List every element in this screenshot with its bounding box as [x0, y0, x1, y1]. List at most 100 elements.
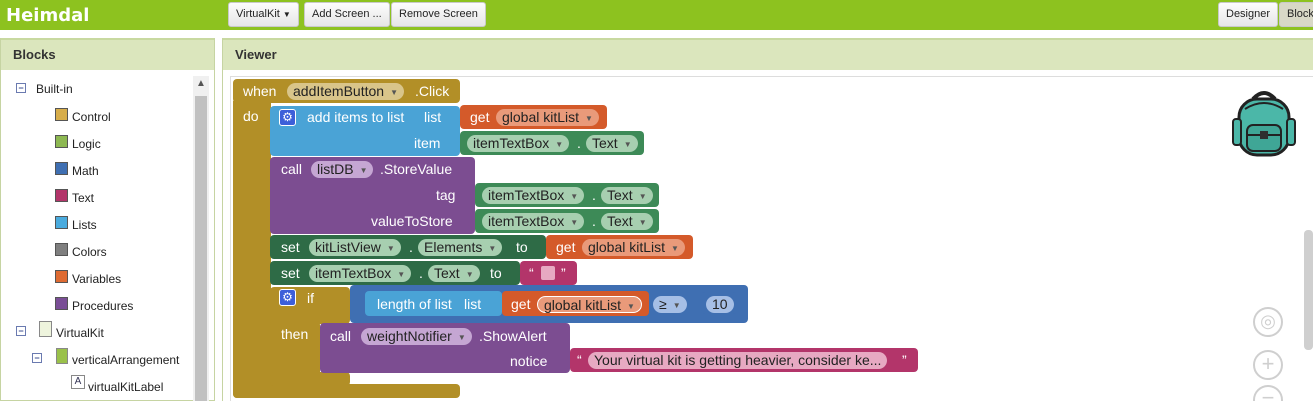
property-dropdown[interactable]: Text ▼: [428, 265, 480, 282]
blocks-tree: − Built-in Control Logic Math Text Lists…: [2, 70, 192, 401]
blocks-panel-header: Blocks: [1, 38, 214, 70]
backpack-icon[interactable]: [1231, 89, 1297, 159]
variable-dropdown[interactable]: global kitList ▼: [496, 109, 599, 126]
recenter-icon[interactable]: ◎: [1253, 307, 1283, 337]
drawer-lists[interactable]: Lists: [72, 218, 97, 232]
item-socket-label: item: [414, 135, 441, 151]
tree-virtualkit-label[interactable]: virtualKitLabel: [88, 380, 163, 394]
call-text: call: [330, 328, 352, 344]
value-to-store-label: valueToStore: [371, 213, 453, 229]
dot-text: .: [592, 187, 596, 203]
math-swatch-icon: [55, 162, 68, 175]
event-bottom: [233, 384, 460, 398]
logic-swatch-icon: [55, 135, 68, 148]
do-text: do: [243, 108, 259, 124]
to-text: to: [490, 265, 502, 281]
dot-text: .: [409, 239, 413, 255]
do-spine: [233, 101, 271, 398]
property-dropdown[interactable]: Text ▼: [586, 135, 638, 152]
drawer-logic[interactable]: Logic: [72, 137, 101, 151]
drawer-variables[interactable]: Variables: [72, 272, 121, 286]
property-dropdown[interactable]: Elements ▼: [418, 239, 503, 256]
collapse-icon[interactable]: −: [16, 83, 26, 93]
screen-select-label: VirtualKit: [236, 8, 280, 20]
property-dropdown[interactable]: Text ▼: [601, 187, 653, 204]
close-quote: ”: [561, 265, 566, 281]
variable-dropdown[interactable]: global kitList ▼: [582, 239, 685, 256]
get-text: get: [556, 239, 576, 255]
notice-label: notice: [510, 353, 548, 369]
zoom-out-icon[interactable]: −: [1253, 385, 1283, 401]
add-screen-button[interactable]: Add Screen ...: [304, 2, 390, 27]
builtin-label[interactable]: Built-in: [36, 82, 73, 96]
set-text: set: [281, 265, 300, 281]
component-dropdown[interactable]: itemTextBox ▼: [309, 265, 412, 282]
colors-swatch-icon: [55, 243, 68, 256]
blocks-workspace[interactable]: when addItemButton ▼ .Click do ⚙ add item…: [230, 76, 1313, 401]
drawer-text[interactable]: Text: [72, 191, 94, 205]
designer-button[interactable]: Designer: [1218, 2, 1279, 27]
call-text: call: [281, 161, 303, 177]
drawer-procedures[interactable]: Procedures: [72, 299, 133, 313]
collapse-icon[interactable]: −: [16, 326, 26, 336]
tag-label: tag: [436, 187, 456, 203]
gear-icon[interactable]: ⚙: [279, 289, 296, 306]
add-items-text: add items to list: [307, 109, 405, 125]
property-dropdown[interactable]: Text ▼: [601, 213, 653, 230]
when-text: when: [243, 83, 277, 99]
arrangement-icon: [56, 348, 68, 364]
tree-screen[interactable]: VirtualKit: [56, 326, 104, 340]
zoom-in-icon[interactable]: +: [1253, 350, 1283, 380]
component-dropdown[interactable]: itemTextBox ▼: [482, 213, 585, 230]
operator-dropdown[interactable]: ≥ ▼: [653, 296, 687, 313]
dot-text: .: [592, 213, 596, 229]
blocks-button[interactable]: Blocks: [1279, 2, 1313, 27]
method-text: .ShowAlert: [479, 328, 547, 344]
control-swatch-icon: [55, 108, 68, 121]
component-dropdown[interactable]: addItemButton ▼: [287, 83, 404, 100]
app-title: Heimdal: [6, 5, 90, 26]
component-dropdown[interactable]: itemTextBox ▼: [482, 187, 585, 204]
screen-icon: [39, 321, 52, 337]
text-swatch-icon: [55, 189, 68, 202]
number-field[interactable]: 10: [706, 296, 734, 313]
scroll-up-icon[interactable]: ▲: [196, 78, 206, 89]
to-text: to: [516, 239, 528, 255]
variables-swatch-icon: [55, 270, 68, 283]
scrollbar-thumb[interactable]: [195, 96, 207, 401]
method-text: .StoreValue: [380, 161, 453, 177]
component-dropdown[interactable]: weightNotifier ▼: [361, 328, 472, 345]
open-quote: “: [529, 265, 534, 281]
drawer-math[interactable]: Math: [72, 164, 99, 178]
get-text: get: [511, 296, 531, 312]
component-dropdown[interactable]: kitListView ▼: [309, 239, 401, 256]
collapse-icon[interactable]: −: [32, 353, 42, 363]
remove-screen-button[interactable]: Remove Screen: [391, 2, 486, 27]
close-quote: ”: [902, 352, 907, 368]
component-dropdown[interactable]: itemTextBox ▼: [467, 135, 570, 152]
event-name: .Click: [415, 83, 450, 99]
variable-dropdown[interactable]: global kitList ▼: [537, 296, 642, 313]
if-bottom: [270, 372, 350, 386]
dot-text: .: [577, 135, 581, 151]
drawer-control[interactable]: Control: [72, 110, 111, 124]
top-bar: Heimdal VirtualKit ▼ Add Screen ... Remov…: [0, 0, 1313, 30]
component-dropdown[interactable]: listDB ▼: [311, 161, 374, 178]
alert-text-field[interactable]: Your virtual kit is getting heavier, con…: [588, 352, 888, 369]
sidebar-scrollbar[interactable]: ▲: [193, 76, 209, 401]
dot-text: .: [419, 265, 423, 281]
if-text: if: [307, 290, 314, 306]
screen-select[interactable]: VirtualKit ▼: [228, 2, 299, 27]
gear-icon[interactable]: ⚙: [279, 109, 296, 126]
empty-string-field[interactable]: [541, 266, 555, 280]
lists-swatch-icon: [55, 216, 68, 229]
open-quote: “: [577, 352, 582, 368]
drawer-colors[interactable]: Colors: [72, 245, 107, 259]
workspace-scrollbar[interactable]: [1304, 230, 1313, 350]
tree-vertical-arrangement[interactable]: verticalArrangement: [72, 353, 179, 367]
length-text: length of list: [377, 296, 452, 312]
procedures-swatch-icon: [55, 297, 68, 310]
label-component-icon: A: [71, 375, 85, 389]
get-text: get: [470, 109, 490, 125]
chevron-down-icon: ▼: [282, 10, 291, 19]
